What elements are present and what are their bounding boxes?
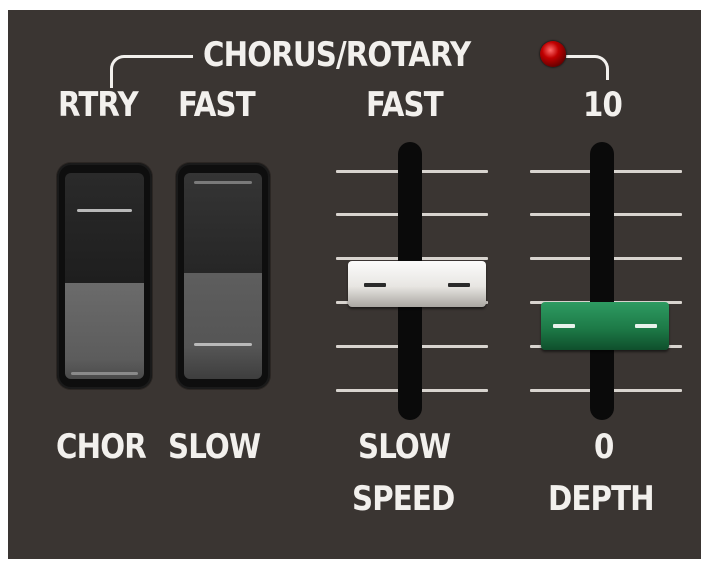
depth-label: DEPTH	[548, 479, 655, 519]
depth-min-label: 0	[594, 427, 614, 467]
speed-label: SPEED	[352, 479, 455, 519]
slow-label: SLOW	[168, 427, 261, 467]
depth-knob-mark-right	[635, 324, 657, 328]
depth-fader-track	[590, 142, 614, 420]
chorus-rotary-switch-upper	[65, 173, 144, 283]
chorus-bracket-right	[566, 55, 609, 80]
speed-fast-label: FAST	[366, 85, 444, 125]
fast-label: FAST	[178, 85, 256, 125]
depth-fader-knob[interactable]	[541, 302, 669, 350]
fast-slow-switch[interactable]	[176, 163, 270, 389]
fast-slow-switch-glint	[194, 343, 252, 346]
speed-slow-label: SLOW	[358, 427, 451, 467]
chorus-rotary-switch[interactable]	[57, 163, 152, 389]
depth-max-label: 10	[583, 85, 623, 125]
chorus-bracket-left	[110, 55, 193, 88]
speed-knob-mark-right	[448, 283, 470, 287]
fast-slow-switch-lower	[184, 273, 262, 379]
rtry-label: RTRY	[58, 85, 139, 125]
chor-label: CHOR	[56, 427, 147, 467]
depth-knob-mark-left	[553, 324, 575, 328]
fast-slow-switch-upper	[184, 173, 262, 273]
chorus-rotary-switch-bottom-edge	[71, 372, 138, 375]
speed-fader-knob[interactable]	[348, 261, 486, 307]
chorus-rotary-switch-lower	[65, 283, 144, 379]
chorus-indicator-led	[540, 41, 566, 67]
speed-knob-mark-left	[364, 283, 386, 287]
chorus-rotary-title: CHORUS/ROTARY	[203, 35, 471, 75]
fast-slow-switch-top-edge	[194, 181, 252, 184]
chorus-rotary-switch-glint	[77, 209, 132, 212]
